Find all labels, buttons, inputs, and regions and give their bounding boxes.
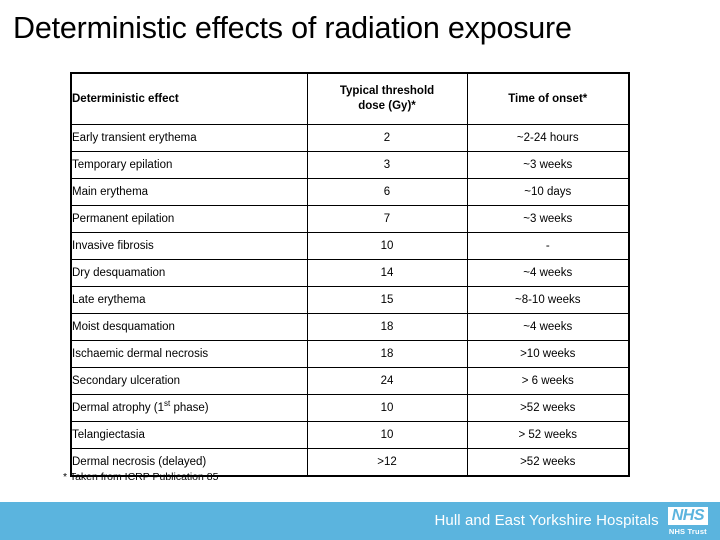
- column-header-dose-line1: Typical threshold: [339, 85, 435, 97]
- table-row: Secondary ulceration 24 > 6 weeks: [70, 367, 630, 395]
- cell-dose: 2: [306, 124, 468, 152]
- cell-dose: 10: [306, 394, 468, 422]
- cell-onset: ~4 weeks: [466, 313, 630, 341]
- cell-effect: Temporary epilation: [70, 151, 308, 179]
- table-header: Deterministic effect Typical threshold d…: [70, 72, 630, 125]
- cell-effect: Telangiectasia: [70, 421, 308, 449]
- table-row: Ischaemic dermal necrosis 18 >10 weeks: [70, 340, 630, 368]
- slide-canvas: Deterministic effects of radiation expos…: [0, 0, 720, 540]
- cell-dose: 18: [306, 313, 468, 341]
- column-header-dose-line2: dose (Gy)*: [358, 100, 416, 112]
- cell-onset: >52 weeks: [466, 394, 630, 422]
- page-title: Deterministic effects of radiation expos…: [13, 11, 572, 45]
- cell-effect: Permanent epilation: [70, 205, 308, 233]
- cell-onset: > 52 weeks: [466, 421, 630, 449]
- cell-onset: -: [466, 232, 630, 260]
- cell-effect: Ischaemic dermal necrosis: [70, 340, 308, 368]
- cell-onset: ~3 weeks: [466, 151, 630, 179]
- table-row: Main erythema 6 ~10 days: [70, 178, 630, 206]
- cell-onset: ~8-10 weeks: [466, 286, 630, 314]
- banner-content: Hull and East Yorkshire Hospitals NHS NH…: [434, 502, 708, 540]
- cell-onset: ~10 days: [466, 178, 630, 206]
- cell-dose: 7: [306, 205, 468, 233]
- table-footnote: * Taken from ICRP Publication 85: [63, 471, 219, 483]
- cell-dose: 3: [306, 151, 468, 179]
- table-row: Moist desquamation 18 ~4 weeks: [70, 313, 630, 341]
- cell-dose: 24: [306, 367, 468, 395]
- table-row: Telangiectasia 10 > 52 weeks: [70, 421, 630, 449]
- nhs-logo: NHS NHS Trust: [667, 506, 708, 536]
- cell-onset: ~4 weeks: [466, 259, 630, 287]
- cell-effect: Early transient erythema: [70, 124, 308, 152]
- table-row: Early transient erythema 2 ~2-24 hours: [70, 124, 630, 152]
- cell-dose: 14: [306, 259, 468, 287]
- cell-onset: > 6 weeks: [466, 367, 630, 395]
- bottom-banner: Hull and East Yorkshire Hospitals NHS NH…: [0, 502, 720, 540]
- cell-onset: >52 weeks: [466, 448, 630, 477]
- cell-effect: Main erythema: [70, 178, 308, 206]
- cell-effect: Dry desquamation: [70, 259, 308, 287]
- cell-dose: 10: [306, 232, 468, 260]
- cell-dose: 6: [306, 178, 468, 206]
- column-header-dose: Typical threshold dose (Gy)*: [306, 72, 468, 125]
- cell-dose: 15: [306, 286, 468, 314]
- cell-onset: >10 weeks: [466, 340, 630, 368]
- cell-onset: ~2-24 hours: [466, 124, 630, 152]
- table-body: Early transient erythema 2 ~2-24 hours Temp…: [70, 124, 630, 477]
- table-row: Invasive fibrosis 10-: [70, 232, 630, 260]
- cell-effect: Moist desquamation: [70, 313, 308, 341]
- table-header-row: Deterministic effect Typical threshold d…: [70, 72, 630, 125]
- column-header-onset: Time of onset*: [466, 72, 630, 125]
- column-header-effect: Deterministic effect: [70, 72, 308, 125]
- deterministic-effects-table: Deterministic effect Typical threshold d…: [70, 72, 630, 477]
- table-row: Permanent epilation 7 ~3 weeks: [70, 205, 630, 233]
- cell-dose: >12: [306, 448, 468, 477]
- trust-name-label: Hull and East Yorkshire Hospitals: [434, 511, 659, 529]
- nhs-logo-text: NHS: [667, 506, 708, 525]
- cell-dose: 10: [306, 421, 468, 449]
- cell-effect: Invasive fibrosis: [70, 232, 308, 260]
- cell-onset: ~3 weeks: [466, 205, 630, 233]
- cell-effect: Secondary ulceration: [70, 367, 308, 395]
- nhs-trust-sublabel: NHS Trust: [668, 526, 707, 536]
- cell-effect: Dermal atrophy (1st phase): [70, 394, 308, 422]
- table-row: Late erythema 15 ~8-10 weeks: [70, 286, 630, 314]
- cell-dose: 18: [306, 340, 468, 368]
- cell-effect: Late erythema: [70, 286, 308, 314]
- table-row: Dermal atrophy (1st phase) 10 >52 weeks: [70, 394, 630, 422]
- table-row: Temporary epilation 3 ~3 weeks: [70, 151, 630, 179]
- table-row: Dry desquamation 14 ~4 weeks: [70, 259, 630, 287]
